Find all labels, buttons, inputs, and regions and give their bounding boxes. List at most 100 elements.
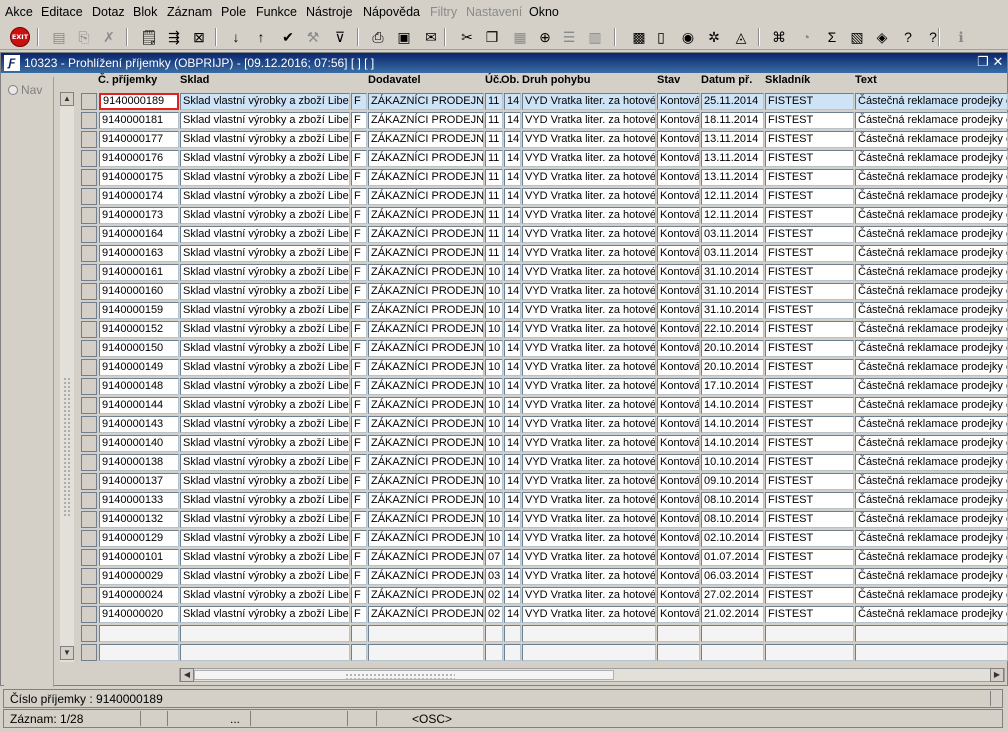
copy-button[interactable]: ❐ (481, 26, 503, 48)
empty-cell[interactable] (765, 644, 854, 661)
row-selector[interactable] (81, 473, 97, 490)
table-cell[interactable]: Kontová (657, 492, 700, 509)
table-cell[interactable]: VYD Vratka liter. za hotové (522, 549, 656, 566)
table-cell[interactable]: ZÁKAZNÍCI PRODEJNY (368, 340, 484, 357)
empty-cell[interactable] (701, 625, 764, 642)
table-cell[interactable]: ZÁKAZNÍCI PRODEJNY (368, 169, 484, 186)
table-cell[interactable]: 12.11.2014 (701, 188, 764, 205)
row-selector[interactable] (81, 530, 97, 547)
table-cell[interactable]: Sklad vlastní výrobky a zboží Liber (180, 245, 350, 262)
table-cell[interactable]: Kontová (657, 435, 700, 452)
empty-cell[interactable] (504, 625, 521, 642)
document-button[interactable]: ▯ (650, 26, 672, 48)
table-cell[interactable]: VYD Vratka liter. za hotové (522, 454, 656, 471)
settings-button[interactable]: ✲ (703, 26, 725, 48)
table-cell[interactable]: Sklad vlastní výrobky a zboží Liber (180, 226, 350, 243)
empty-cell[interactable] (485, 644, 503, 661)
table-cell[interactable]: F (351, 226, 367, 243)
table-cell[interactable]: 9140000024 (99, 587, 179, 604)
column-header-8[interactable]: Datum př. (701, 74, 752, 86)
table-cell[interactable]: 14 (504, 131, 521, 148)
table-cell[interactable]: ZÁKAZNÍCI PRODEJNY (368, 283, 484, 300)
table-cell[interactable]: 9140000174 (99, 188, 179, 205)
row-selector[interactable] (81, 644, 97, 661)
zoom-button[interactable]: ⊕ (534, 26, 556, 48)
table-cell[interactable]: FISTEST (765, 264, 854, 281)
table-cell[interactable]: VYD Vratka liter. za hotové (522, 473, 656, 490)
table-cell[interactable]: 14 (504, 93, 521, 110)
table-cell[interactable]: 20.10.2014 (701, 340, 764, 357)
table-cell[interactable]: FISTEST (765, 454, 854, 471)
table-cell[interactable]: F (351, 568, 367, 585)
table-cell[interactable]: Kontová (657, 226, 700, 243)
table-cell[interactable]: VYD Vratka liter. za hotové (522, 378, 656, 395)
table-cell[interactable]: F (351, 606, 367, 623)
table-cell[interactable]: Sklad vlastní výrobky a zboží Liber (180, 378, 350, 395)
table-cell[interactable]: ZÁKAZNÍCI PRODEJNY (368, 397, 484, 414)
table-cell[interactable]: Sklad vlastní výrobky a zboží Liber (180, 530, 350, 547)
table-cell[interactable]: Sklad vlastní výrobky a zboží Liber (180, 283, 350, 300)
table-cell[interactable]: 02.10.2014 (701, 530, 764, 547)
table-cell[interactable]: 9140000159 (99, 302, 179, 319)
table-cell[interactable]: 11 (485, 150, 503, 167)
close-button[interactable]: ✕ (991, 55, 1005, 69)
table-cell[interactable]: 14 (504, 150, 521, 167)
filter-button[interactable]: ⊽ (329, 26, 351, 48)
row-selector[interactable] (81, 93, 97, 110)
help-topic-button[interactable]: ? (897, 26, 919, 48)
table-cell[interactable]: Částečná reklamace prodejky č (855, 264, 1008, 281)
table-cell[interactable]: 14 (504, 587, 521, 604)
empty-cell[interactable] (368, 625, 484, 642)
row-selector[interactable] (81, 549, 97, 566)
table-cell[interactable]: Částečná reklamace prodejky č (855, 511, 1008, 528)
table-cell[interactable]: Sklad vlastní výrobky a zboží Liber (180, 473, 350, 490)
table-cell[interactable]: 02 (485, 587, 503, 604)
table-cell[interactable]: 14 (504, 378, 521, 395)
row-selector[interactable] (81, 397, 97, 414)
table-cell[interactable]: 9140000148 (99, 378, 179, 395)
column-header-9[interactable]: Skladník (765, 74, 810, 86)
table-cell[interactable]: Sklad vlastní výrobky a zboží Liber (180, 131, 350, 148)
table-cell[interactable]: Sklad vlastní výrobky a zboží Liber (180, 492, 350, 509)
menu-item-3[interactable]: Dotaz (92, 5, 125, 19)
table-cell[interactable]: 08.10.2014 (701, 511, 764, 528)
column-header-7[interactable]: Stav (657, 74, 680, 86)
table-cell[interactable]: Sklad vlastní výrobky a zboží Liber (180, 302, 350, 319)
table-cell[interactable]: 10 (485, 359, 503, 376)
table-cell[interactable]: 10 (485, 321, 503, 338)
row-selector[interactable] (81, 321, 97, 338)
table-cell[interactable]: Sklad vlastní výrobky a zboží Liber (180, 606, 350, 623)
empty-cell[interactable] (368, 644, 484, 661)
table-cell[interactable]: F (351, 340, 367, 357)
table-cell[interactable]: Kontová (657, 511, 700, 528)
table-cell[interactable]: F (351, 435, 367, 452)
table-cell[interactable]: 9140000189 (99, 93, 179, 110)
empty-cell[interactable] (522, 644, 656, 661)
table-cell[interactable]: ZÁKAZNÍCI PRODEJNY (368, 302, 484, 319)
table-cell[interactable]: 14 (504, 264, 521, 281)
menu-item-4[interactable]: Blok (133, 5, 157, 19)
table-cell[interactable]: 03 (485, 568, 503, 585)
table-cell[interactable]: 14 (504, 188, 521, 205)
table-cell[interactable]: Částečná reklamace prodejky č (855, 283, 1008, 300)
table-cell[interactable]: ZÁKAZNÍCI PRODEJNY (368, 359, 484, 376)
table-cell[interactable]: 13.11.2014 (701, 150, 764, 167)
table-cell[interactable]: F (351, 93, 367, 110)
table-cell[interactable]: 10 (485, 397, 503, 414)
table-cell[interactable]: FISTEST (765, 226, 854, 243)
vertical-scrollbar[interactable]: ▲ ▼ (60, 92, 74, 662)
empty-cell[interactable] (351, 625, 367, 642)
table-cell[interactable]: Kontová (657, 340, 700, 357)
table-cell[interactable]: 14 (504, 511, 521, 528)
table-cell[interactable]: F (351, 549, 367, 566)
table-cell[interactable]: FISTEST (765, 93, 854, 110)
table-cell[interactable]: Částečná reklamace prodejky č (855, 245, 1008, 262)
table-cell[interactable]: Částečná reklamace prodejky č (855, 473, 1008, 490)
table-cell[interactable]: 10 (485, 340, 503, 357)
table-cell[interactable]: F (351, 207, 367, 224)
table-cell[interactable]: VYD Vratka liter. za hotové (522, 416, 656, 433)
table-cell[interactable]: 11 (485, 226, 503, 243)
table-cell[interactable]: 9140000161 (99, 264, 179, 281)
table-cell[interactable]: ZÁKAZNÍCI PRODEJNY (368, 454, 484, 471)
table-cell[interactable]: Kontová (657, 378, 700, 395)
